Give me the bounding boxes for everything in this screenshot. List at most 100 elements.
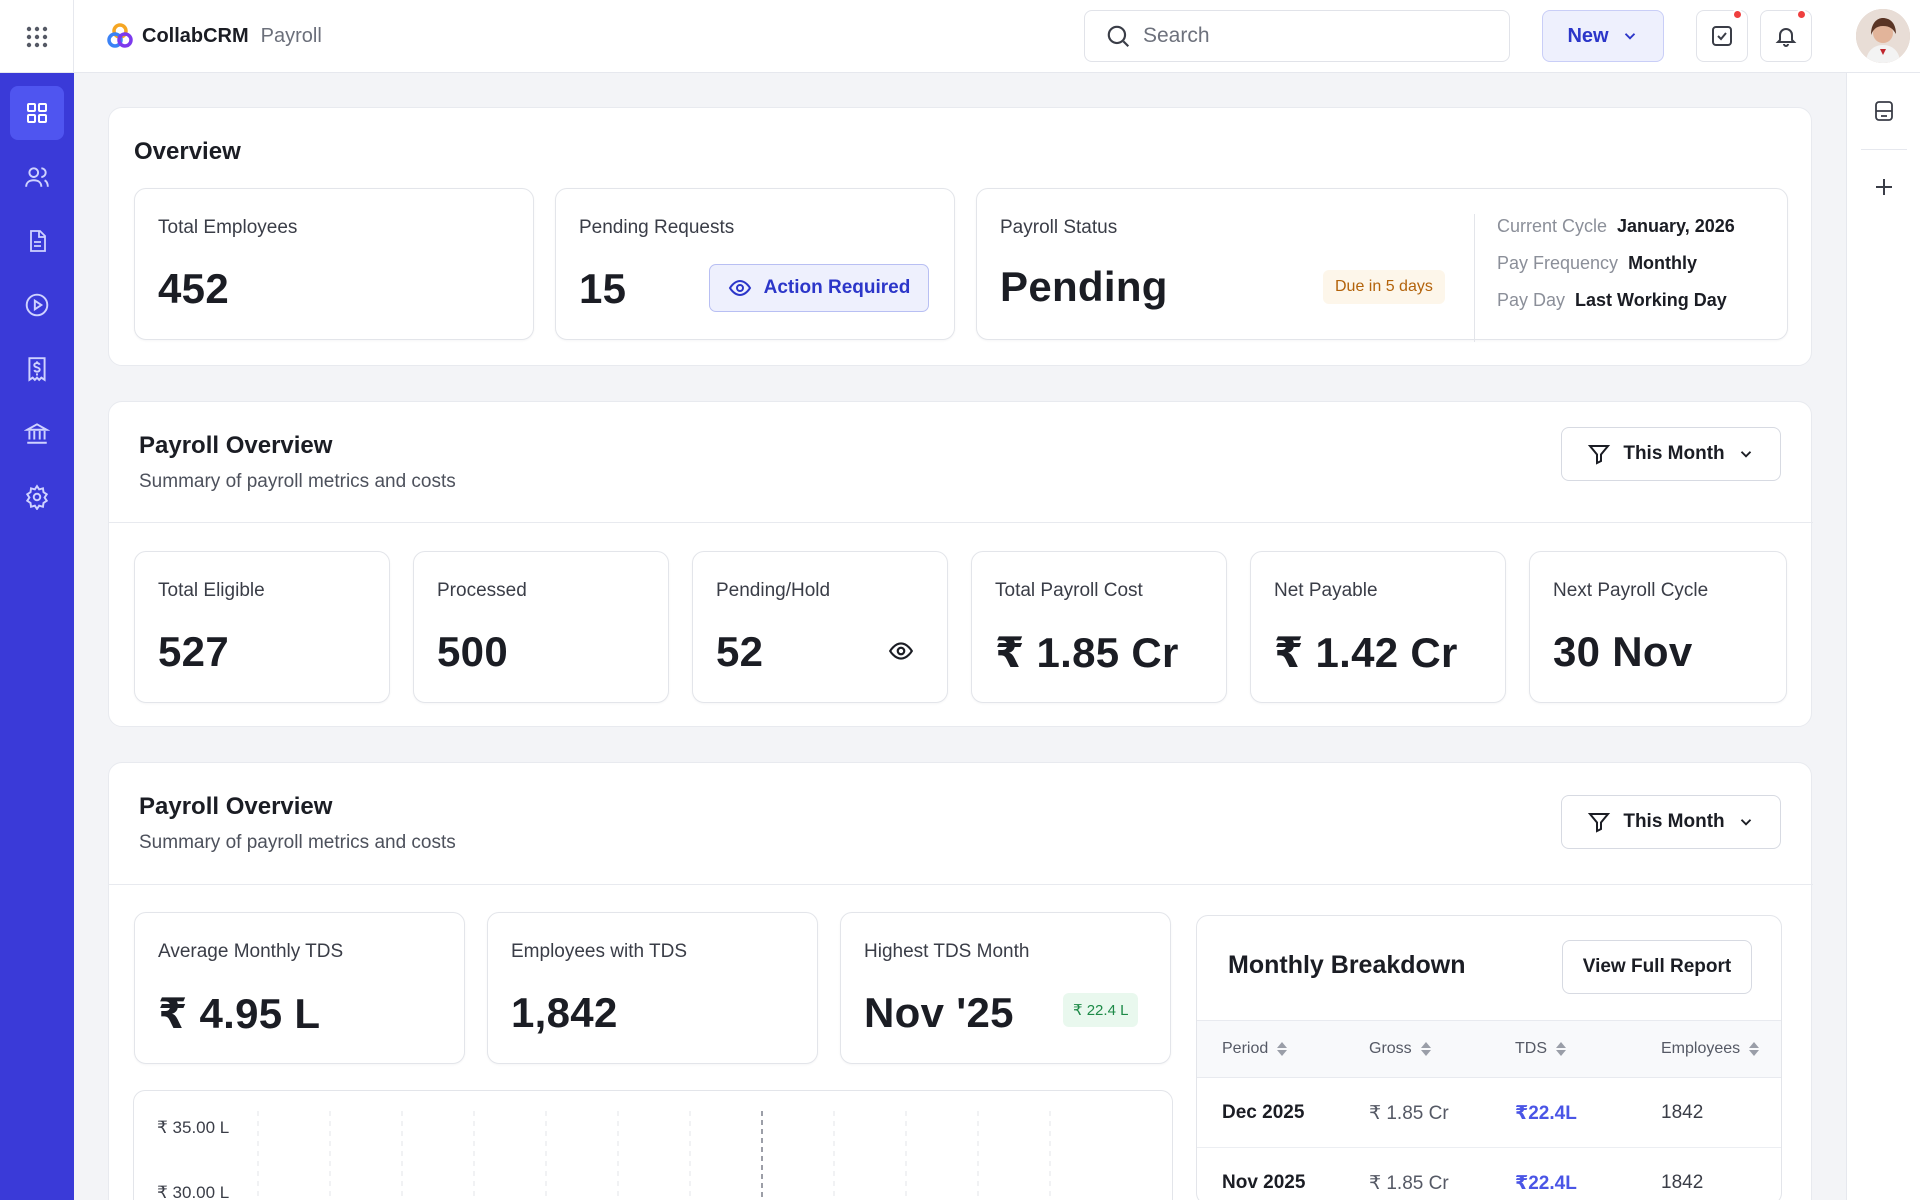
table-header: Period Gross TDS Employees <box>1197 1020 1781 1078</box>
filter-label: This Month <box>1623 443 1725 464</box>
panel-toggle-button[interactable] <box>1858 85 1910 137</box>
right-rail <box>1846 73 1920 1200</box>
settings-icon <box>25 484 49 510</box>
stat-card[interactable]: Total Payroll Cost ₹ 1.85 Cr <box>971 551 1227 703</box>
card-value: ₹ 4.95 L <box>158 990 321 1037</box>
app-launcher-button[interactable] <box>0 0 74 73</box>
card-value: 500 <box>437 628 508 675</box>
app-name: CollabCRM <box>142 24 249 47</box>
period-filter-button[interactable]: This Month <box>1561 795 1781 849</box>
sort-icon <box>1420 1042 1431 1056</box>
employees-tds-card[interactable]: Employees with TDS 1,842 <box>487 912 818 1064</box>
sidebar-item-employees[interactable] <box>10 150 64 204</box>
chart-gridlines <box>257 1111 1051 1200</box>
new-button-label: New <box>1567 24 1609 47</box>
gross-cell: ₹ 1.85 Cr <box>1369 1173 1449 1194</box>
sort-icon <box>1277 1042 1288 1056</box>
tasks-button[interactable] <box>1696 9 1748 62</box>
meta-label: Pay Frequency <box>1497 253 1619 273</box>
notification-dot <box>1732 9 1743 20</box>
card-value: Nov '25 <box>864 989 1014 1036</box>
tds-amount-badge: ₹ 22.4 L <box>1063 993 1139 1027</box>
card-label: Pending/Hold <box>716 580 831 601</box>
column-label: Period <box>1222 1040 1269 1057</box>
column-header-gross[interactable]: Gross <box>1369 1040 1432 1058</box>
pending-requests-card[interactable]: Pending Requests 15 Action Required <box>555 188 955 340</box>
stat-card[interactable]: Processed 500 <box>413 551 669 703</box>
users-icon <box>25 167 49 187</box>
card-label: Total Eligible <box>158 580 265 601</box>
avg-tds-card[interactable]: Average Monthly TDS ₹ 4.95 L <box>134 912 465 1064</box>
stat-card[interactable]: Net Payable ₹ 1.42 Cr <box>1250 551 1506 703</box>
filter-icon <box>1588 813 1611 833</box>
y-tick-label: ₹ 35.00 L <box>157 1118 230 1137</box>
y-tick-label: ₹ 30.00 L <box>157 1183 230 1200</box>
notification-dot <box>1796 9 1807 20</box>
view-full-report-button[interactable]: View Full Report <box>1562 940 1752 994</box>
column-header-employees[interactable]: Employees <box>1661 1040 1760 1058</box>
add-widget-button[interactable] <box>1858 161 1910 213</box>
meta-value: Last Working Day <box>1575 290 1727 310</box>
user-avatar-icon <box>1856 9 1910 63</box>
table-row[interactable]: Dec 2025 ₹ 1.85 Cr ₹22.4L 1842 <box>1197 1078 1781 1148</box>
card-value: ₹ 1.42 Cr <box>1274 629 1458 676</box>
payment-receipt-icon <box>28 357 46 382</box>
search-input[interactable] <box>1143 24 1483 48</box>
card-label: Average Monthly TDS <box>158 941 344 962</box>
table-row[interactable]: Nov 2025 ₹ 1.85 Cr ₹22.4L 1842 <box>1197 1148 1781 1200</box>
card-label: Processed <box>437 580 527 601</box>
tds-cell: ₹22.4L <box>1515 1173 1577 1194</box>
notifications-button[interactable] <box>1760 9 1812 62</box>
module-name: Payroll <box>260 24 322 47</box>
rail-divider <box>1861 149 1907 150</box>
play-icon <box>25 293 49 317</box>
meta-label: Pay Day <box>1497 290 1566 310</box>
avatar[interactable] <box>1856 9 1910 63</box>
stat-card[interactable]: Pending/Hold 52 <box>692 551 948 703</box>
logo-icon <box>107 23 133 48</box>
action-required-label: Action Required <box>763 277 911 298</box>
panel-subtitle: Summary of payroll metrics and costs <box>139 832 456 853</box>
filter-icon <box>1588 445 1611 465</box>
brand[interactable]: CollabCRM Payroll <box>106 22 322 50</box>
sidebar-item-bank[interactable] <box>10 406 64 460</box>
total-employees-card[interactable]: Total Employees 452 <box>134 188 534 340</box>
bank-icon <box>24 423 50 444</box>
card-value: 452 <box>158 265 229 312</box>
card-label: Total Employees <box>158 217 298 238</box>
tds-trend-chart: ₹ 35.00 L ₹ 30.00 L <box>133 1090 1173 1200</box>
sort-icon <box>1556 1042 1566 1056</box>
period-filter-button[interactable]: This Month <box>1561 427 1781 481</box>
eye-icon[interactable] <box>888 638 914 664</box>
sidebar-item-run[interactable] <box>10 278 64 332</box>
card-label: Total Payroll Cost <box>995 580 1143 601</box>
search-box[interactable] <box>1084 10 1510 62</box>
chevron-down-icon <box>1740 451 1751 458</box>
panel-icon <box>1875 101 1893 121</box>
payroll-status-value: Pending <box>1000 263 1168 310</box>
card-value: 15 <box>579 265 627 312</box>
column-header-tds[interactable]: TDS <box>1515 1040 1567 1058</box>
stat-card[interactable]: Total Eligible 527 <box>134 551 390 703</box>
column-header-period[interactable]: Period <box>1222 1040 1288 1058</box>
dashboard-icon <box>27 103 47 123</box>
sidebar-item-settings[interactable] <box>10 470 64 524</box>
payroll-status-card: Payroll Status Pending Due in 5 days Cur… <box>976 188 1788 342</box>
tds-cell: ₹22.4L <box>1515 1103 1577 1124</box>
sidebar-item-payments[interactable] <box>10 342 64 396</box>
chevron-down-icon <box>1740 819 1751 826</box>
sidebar-item-dashboard[interactable] <box>10 86 64 140</box>
highest-tds-card[interactable]: Highest TDS Month Nov '25 ₹ 22.4 L <box>840 912 1171 1064</box>
breakdown-title: Monthly Breakdown <box>1228 951 1466 979</box>
card-value: 1,842 <box>511 989 618 1036</box>
card-value: 527 <box>158 628 229 675</box>
sidebar-item-documents[interactable] <box>10 214 64 268</box>
column-label: Gross <box>1369 1040 1412 1057</box>
panel-subtitle: Summary of payroll metrics and costs <box>139 471 456 492</box>
new-button[interactable]: New <box>1542 10 1664 62</box>
stat-card[interactable]: Next Payroll Cycle 30 Nov <box>1529 551 1787 703</box>
action-required-button[interactable]: Action Required <box>709 264 929 312</box>
employees-cell: 1842 <box>1661 1102 1704 1123</box>
card-label: Payroll Status <box>1000 217 1118 238</box>
filter-label: This Month <box>1623 811 1725 832</box>
